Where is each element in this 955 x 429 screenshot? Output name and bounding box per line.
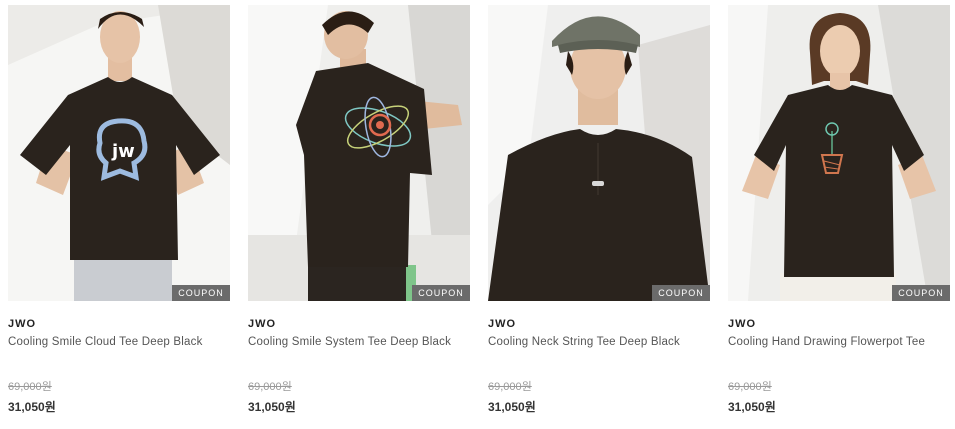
sale-price: 31,050원: [728, 400, 776, 414]
coupon-badge: COUPON: [652, 285, 710, 301]
original-price: 69,000원: [248, 381, 292, 393]
product-name[interactable]: Cooling Neck String Tee Deep Black: [488, 336, 680, 348]
brand-name[interactable]: JWO: [248, 318, 276, 330]
original-price: 69,000원: [8, 381, 52, 393]
coupon-badge: COUPON: [412, 285, 470, 301]
product-image[interactable]: COUPON: [248, 5, 470, 301]
product-name[interactable]: Cooling Hand Drawing Flowerpot Tee: [728, 336, 925, 348]
svg-text:jw: jw: [111, 141, 135, 162]
brand-name[interactable]: JWO: [8, 318, 36, 330]
original-price: 69,000원: [488, 381, 532, 393]
product-card[interactable]: COUPON JWO Cooling Hand Drawing Flowerpo…: [728, 5, 950, 425]
coupon-badge: COUPON: [892, 285, 950, 301]
product-grid: jw COUPON JWO Cooling Smile Cloud Tee De…: [0, 0, 955, 429]
product-image[interactable]: COUPON: [488, 5, 710, 301]
product-photo: [728, 5, 950, 301]
product-photo: jw: [8, 5, 230, 301]
product-card[interactable]: COUPON JWO Cooling Neck String Tee Deep …: [488, 5, 710, 425]
brand-name[interactable]: JWO: [728, 318, 756, 330]
product-photo: [248, 5, 470, 301]
product-card[interactable]: COUPON JWO Cooling Smile System Tee Deep…: [248, 5, 470, 425]
product-name[interactable]: Cooling Smile System Tee Deep Black: [248, 336, 451, 348]
product-photo: [488, 5, 710, 301]
product-image[interactable]: jw COUPON: [8, 5, 230, 301]
product-card[interactable]: jw COUPON JWO Cooling Smile Cloud Tee De…: [8, 5, 230, 425]
original-price: 69,000원: [728, 381, 772, 393]
sale-price: 31,050원: [8, 400, 56, 414]
brand-name[interactable]: JWO: [488, 318, 516, 330]
product-image[interactable]: COUPON: [728, 5, 950, 301]
sale-price: 31,050원: [248, 400, 296, 414]
coupon-badge: COUPON: [172, 285, 230, 301]
product-name[interactable]: Cooling Smile Cloud Tee Deep Black: [8, 336, 203, 348]
sale-price: 31,050원: [488, 400, 536, 414]
